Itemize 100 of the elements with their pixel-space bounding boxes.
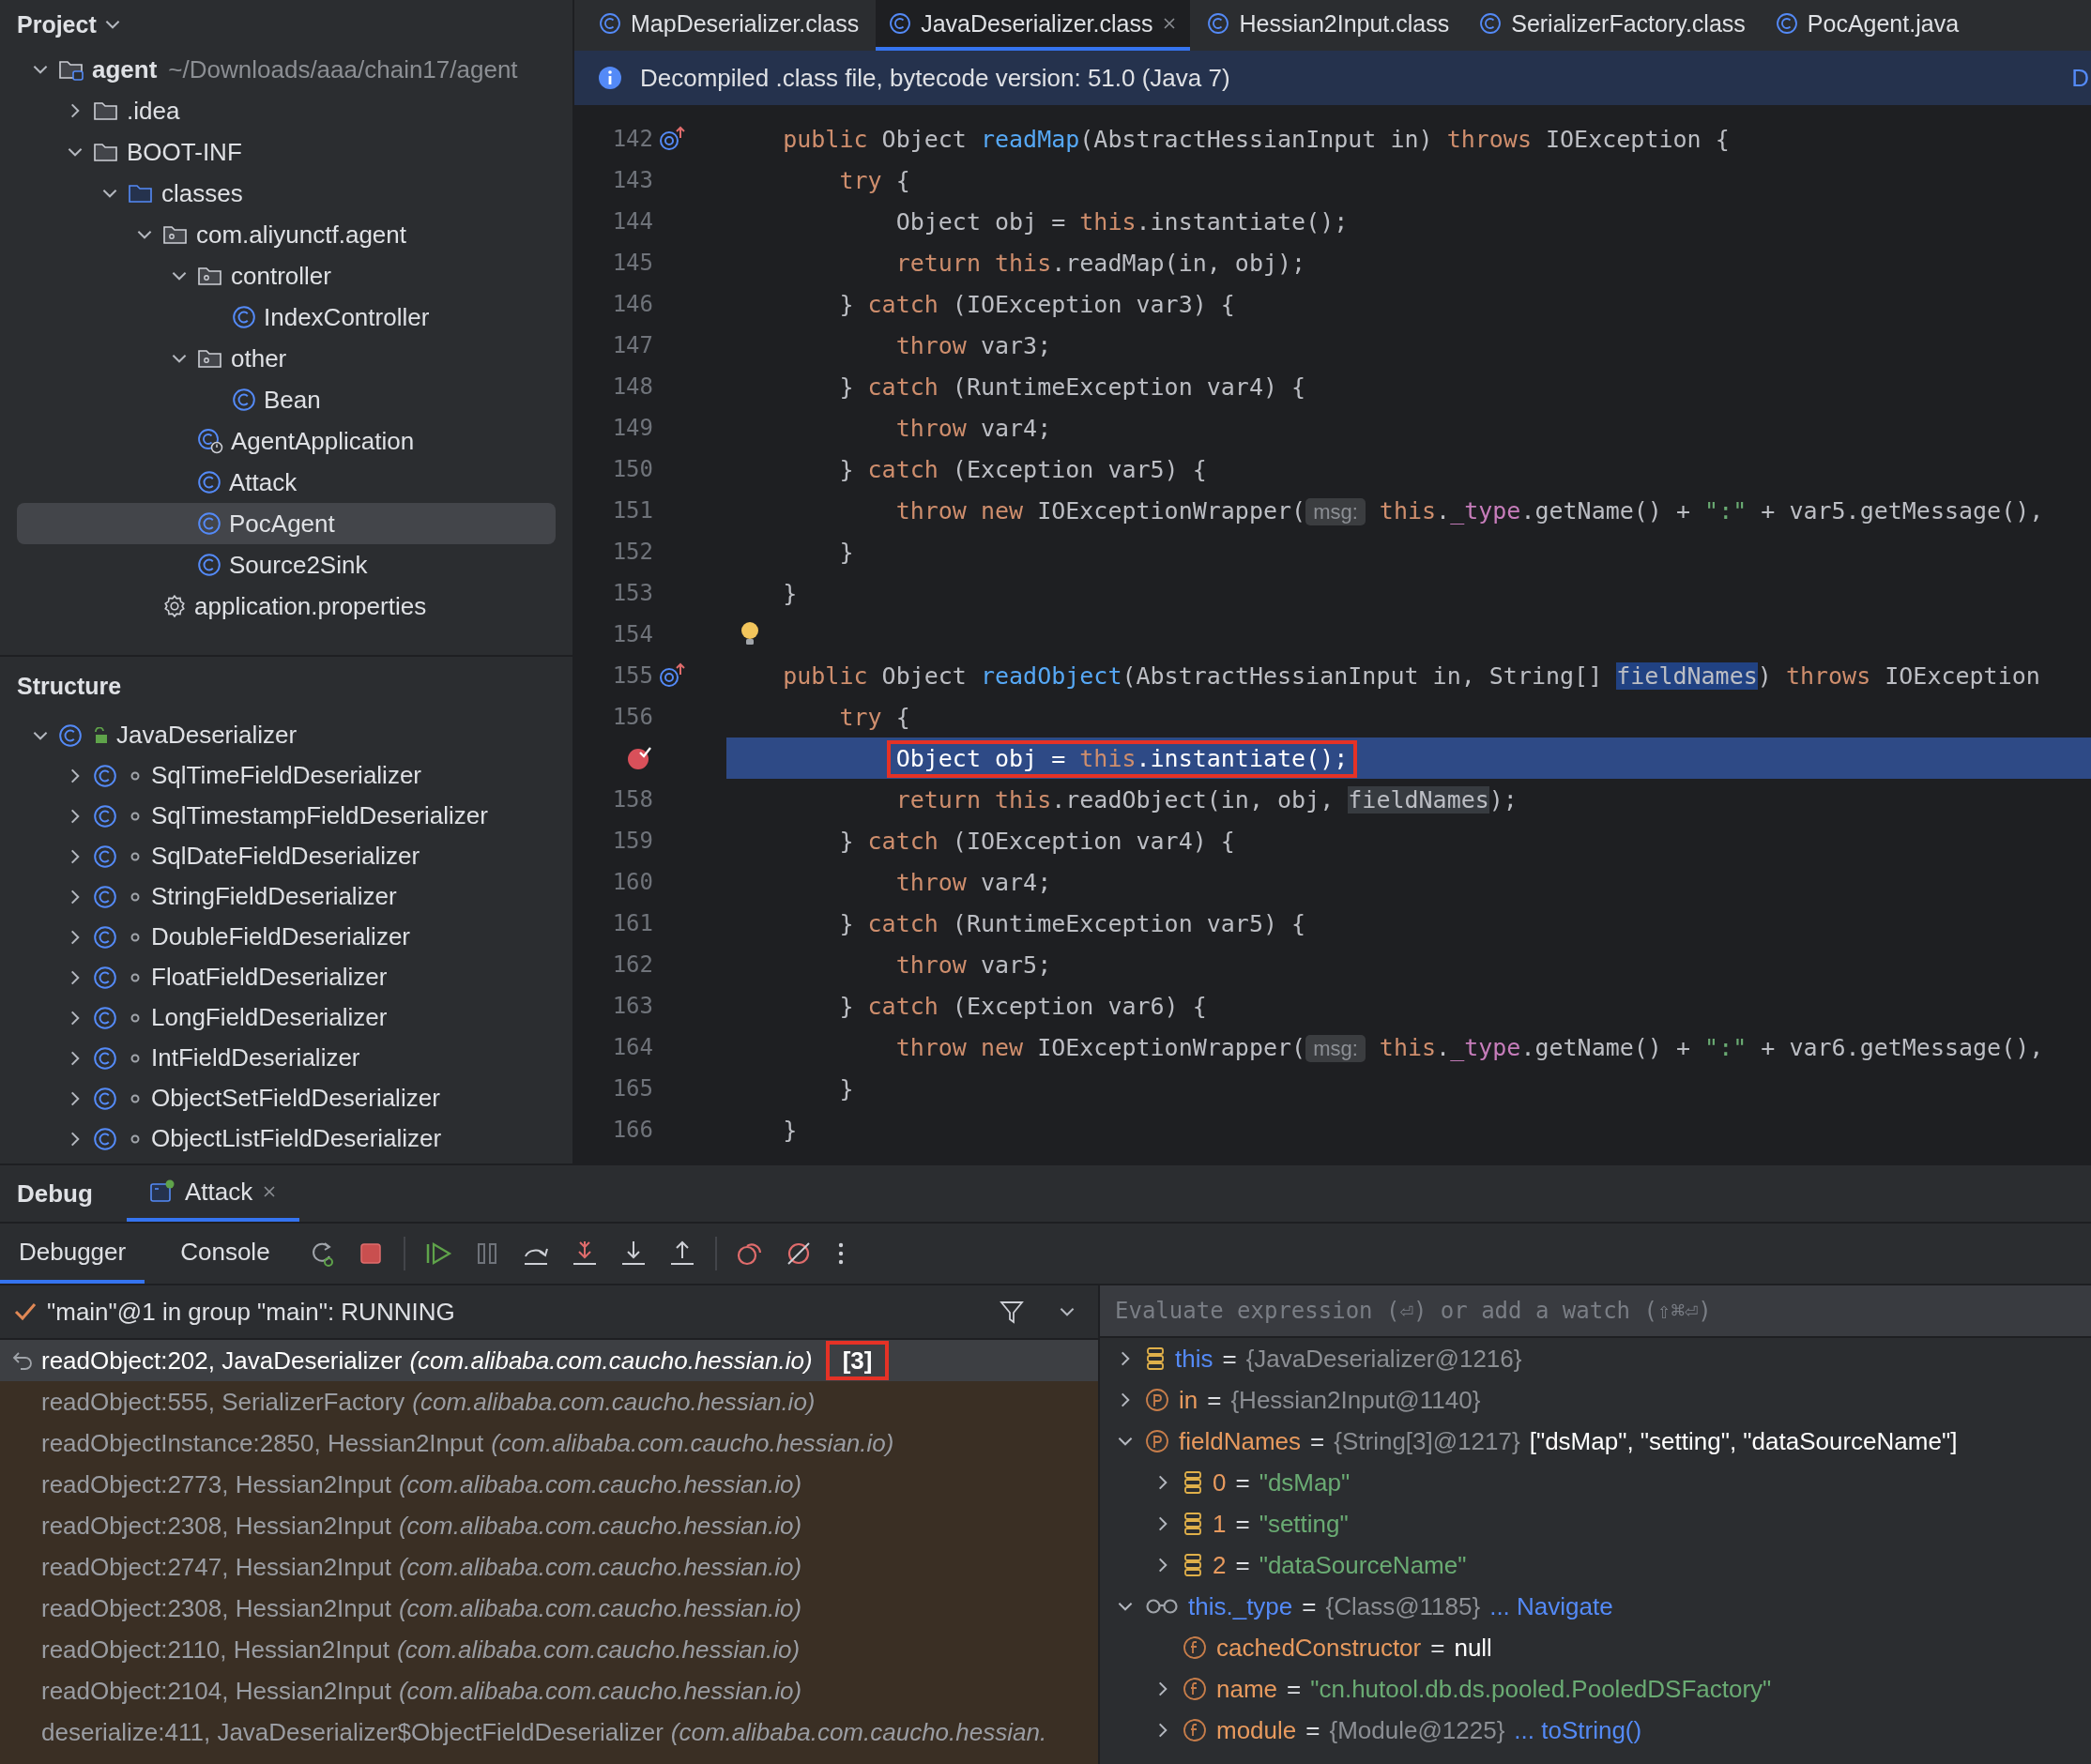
code-line: return this.readObject(in, obj, fieldNames); bbox=[894, 785, 1519, 815]
tree-item[interactable]: Source2Sink bbox=[17, 544, 556, 585]
stack-frame[interactable]: readObject:2104, Hessian2Input (com.alibaba.com.caucho.hessian.io) bbox=[0, 1670, 1098, 1711]
tree-item[interactable]: classes bbox=[17, 173, 556, 214]
line-number: 150 bbox=[612, 456, 653, 482]
tree-item[interactable]: ObjectSetFieldDeserializer bbox=[17, 1078, 556, 1118]
tree-item[interactable]: SqlTimestampFieldDeserializer bbox=[17, 796, 556, 836]
tree-item[interactable]: SqlDateFieldDeserializer bbox=[17, 836, 556, 876]
editor-tab[interactable]: SerializerFactory.class bbox=[1466, 0, 1759, 51]
stack-frame[interactable]: deserialize:411, JavaDeserializer$ObjectFieldDeserializer (com.alibaba.com.caucho.hessian. bbox=[0, 1711, 1098, 1753]
tree-item[interactable]: ObjectListFieldDeserializer bbox=[17, 1118, 556, 1159]
line-number: 166 bbox=[612, 1117, 653, 1143]
code-line: } catch (RuntimeException var4) { bbox=[838, 373, 1307, 403]
class-icon bbox=[93, 1126, 117, 1151]
package-folder-icon bbox=[162, 223, 189, 246]
close-icon[interactable] bbox=[262, 1184, 278, 1199]
thread-selector[interactable]: "main"@1 in group "main": RUNNING bbox=[0, 1285, 1098, 1340]
watch-expression-field[interactable]: Evaluate expression (⏎) or add a watch (⇧⌘⏎) bbox=[1100, 1285, 2091, 1338]
line-number: 142 bbox=[612, 126, 653, 152]
class-icon bbox=[93, 763, 117, 788]
tree-item[interactable]: IndexController bbox=[17, 297, 556, 338]
override-icon[interactable] bbox=[658, 662, 686, 690]
tree-item[interactable]: other bbox=[17, 338, 556, 379]
tree-item[interactable]: FloatFieldDeserializer bbox=[17, 957, 556, 997]
override-icon[interactable] bbox=[658, 125, 686, 153]
tree-item[interactable]: LongFieldDeserializer bbox=[17, 997, 556, 1038]
stack-frame[interactable]: readObject:2308, Hessian2Input (com.alibaba.com.caucho.hessian.io) bbox=[0, 1505, 1098, 1546]
stack-frame[interactable]: readObjectInstance:2850, Hessian2Input (com.alibaba.com.caucho.hessian.io) bbox=[0, 1422, 1098, 1464]
variable-row[interactable]: this = {JavaDeserializer@1216} bbox=[1100, 1338, 2091, 1379]
class-icon bbox=[93, 924, 117, 950]
debugger-tab[interactable]: Console bbox=[161, 1224, 289, 1284]
stack-icon bbox=[1183, 1512, 1203, 1536]
tree-item[interactable]: application.properties bbox=[17, 585, 556, 627]
variable-row[interactable]: cachedConstructor = null bbox=[1100, 1627, 2091, 1668]
tree-item[interactable]: .idea bbox=[17, 90, 556, 131]
variable-row[interactable]: fieldNames = {String[3]@1217} ["dsMap", "setting", "dataSourceName"] bbox=[1100, 1421, 2091, 1462]
class-icon bbox=[197, 470, 221, 494]
code-line: } bbox=[782, 579, 799, 609]
variable-row[interactable]: this._type = {Class@1185} ... Navigate bbox=[1100, 1586, 2091, 1627]
line-number: 158 bbox=[612, 786, 653, 813]
close-icon[interactable] bbox=[1162, 16, 1178, 31]
tree-item[interactable]: PocAgent bbox=[17, 503, 556, 544]
tree-item[interactable]: BOOT-INF bbox=[17, 131, 556, 173]
variable-row[interactable]: in = {Hessian2Input@1140} bbox=[1100, 1379, 2091, 1421]
variable-row[interactable]: 0 = "dsMap" bbox=[1100, 1462, 2091, 1503]
line-number: 146 bbox=[612, 291, 653, 317]
glasses-icon bbox=[1145, 1597, 1179, 1616]
class-icon bbox=[1775, 12, 1798, 35]
line-number: 148 bbox=[612, 373, 653, 400]
editor-tab[interactable]: PocAgent.java bbox=[1762, 0, 1973, 51]
panel-title: Debug bbox=[17, 1178, 93, 1209]
line-number: 161 bbox=[612, 910, 653, 936]
code-line: throw var3; bbox=[894, 331, 1053, 361]
tree-item[interactable]: DoubleFieldDeserializer bbox=[17, 917, 556, 957]
code-line: try { bbox=[838, 703, 911, 733]
debug-session-tab[interactable]: Attack bbox=[126, 1165, 300, 1222]
stack-frame[interactable]: readObject:2110, Hessian2Input (com.alibaba.com.caucho.hessian.io) bbox=[0, 1629, 1098, 1670]
stack-icon bbox=[1183, 1553, 1203, 1577]
stack-frame[interactable]: readObject:2308, Hessian2Input (com.alibaba.com.caucho.hessian.io) bbox=[0, 1588, 1098, 1629]
code-line: } catch (IOException var4) { bbox=[838, 827, 1236, 857]
stack-frame[interactable]: readObject:555, SerializerFactory (com.alibaba.com.caucho.hessian.io) bbox=[0, 1381, 1098, 1422]
parameter-icon bbox=[1145, 1429, 1169, 1453]
line-number: 147 bbox=[612, 332, 653, 358]
stack-frame[interactable]: readObject:2747, Hessian2Input (com.alibaba.com.caucho.hessian.io) bbox=[0, 1546, 1098, 1588]
line-number: 162 bbox=[612, 951, 653, 978]
stack-frame[interactable]: readObject:2773, Hessian2Input (com.alibaba.com.caucho.hessian.io) bbox=[0, 1464, 1098, 1505]
banner-link[interactable]: D bbox=[2071, 63, 2091, 93]
tree-item[interactable]: IntFieldDeserializer bbox=[17, 1038, 556, 1078]
variable-row[interactable]: module = {Module@1225} ... toString() bbox=[1100, 1710, 2091, 1751]
code-line: throw var5; bbox=[894, 950, 1053, 981]
tree-item[interactable]: controller bbox=[17, 255, 556, 297]
editor-tab[interactable]: Hessian2Input.class bbox=[1194, 0, 1463, 51]
line-number: 143 bbox=[612, 167, 653, 193]
variable-row[interactable]: name = "cn.hutool.db.ds.pooled.PooledDSFactory" bbox=[1100, 1668, 2091, 1710]
tree-item[interactable]: AgentApplication bbox=[17, 420, 556, 462]
stack-frame[interactable]: readObject:202, JavaDeserializer (com.alibaba.com.caucho.hessian.io) [3] bbox=[0, 1340, 1098, 1381]
tree-item[interactable]: StringFieldDeserializer bbox=[17, 876, 556, 917]
banner-text: Decompiled .class file, bytecode version: 51.0 (Java 7) bbox=[640, 63, 1230, 93]
tree-item[interactable]: agent ~/Downloads/aaa/chain17/agent bbox=[17, 49, 556, 90]
tree-item[interactable]: Attack bbox=[17, 462, 556, 503]
filter-icon[interactable] bbox=[999, 1299, 1025, 1325]
stack-icon bbox=[1183, 1470, 1203, 1495]
parameter-icon bbox=[1145, 1388, 1169, 1412]
variable-row[interactable]: 2 = "dataSourceName" bbox=[1100, 1544, 2091, 1586]
tree-item[interactable]: Bean bbox=[17, 379, 556, 420]
variable-row[interactable]: 1 = "setting" bbox=[1100, 1503, 2091, 1544]
class-icon bbox=[232, 305, 256, 329]
package-folder-icon bbox=[197, 265, 223, 287]
tree-item[interactable]: JavaDeserializer bbox=[17, 715, 556, 755]
tree-item[interactable]: SqlTimeFieldDeserializer bbox=[17, 755, 556, 796]
editor-tab[interactable]: JavaDeserializer.class bbox=[876, 0, 1191, 51]
tree-item[interactable]: com.aliyunctf.agent bbox=[17, 214, 556, 255]
code-line: } catch (RuntimeException var5) { bbox=[838, 909, 1307, 939]
code-line: Object obj = this.instantiate(); bbox=[894, 207, 1350, 237]
class-icon bbox=[93, 1005, 117, 1030]
line-number: 160 bbox=[612, 869, 653, 895]
editor-tab[interactable]: MapDeserializer.class bbox=[586, 0, 873, 51]
code-line: } bbox=[838, 1074, 855, 1104]
code-line: throw var4; bbox=[894, 414, 1053, 444]
panel-title: Project bbox=[17, 10, 97, 38]
